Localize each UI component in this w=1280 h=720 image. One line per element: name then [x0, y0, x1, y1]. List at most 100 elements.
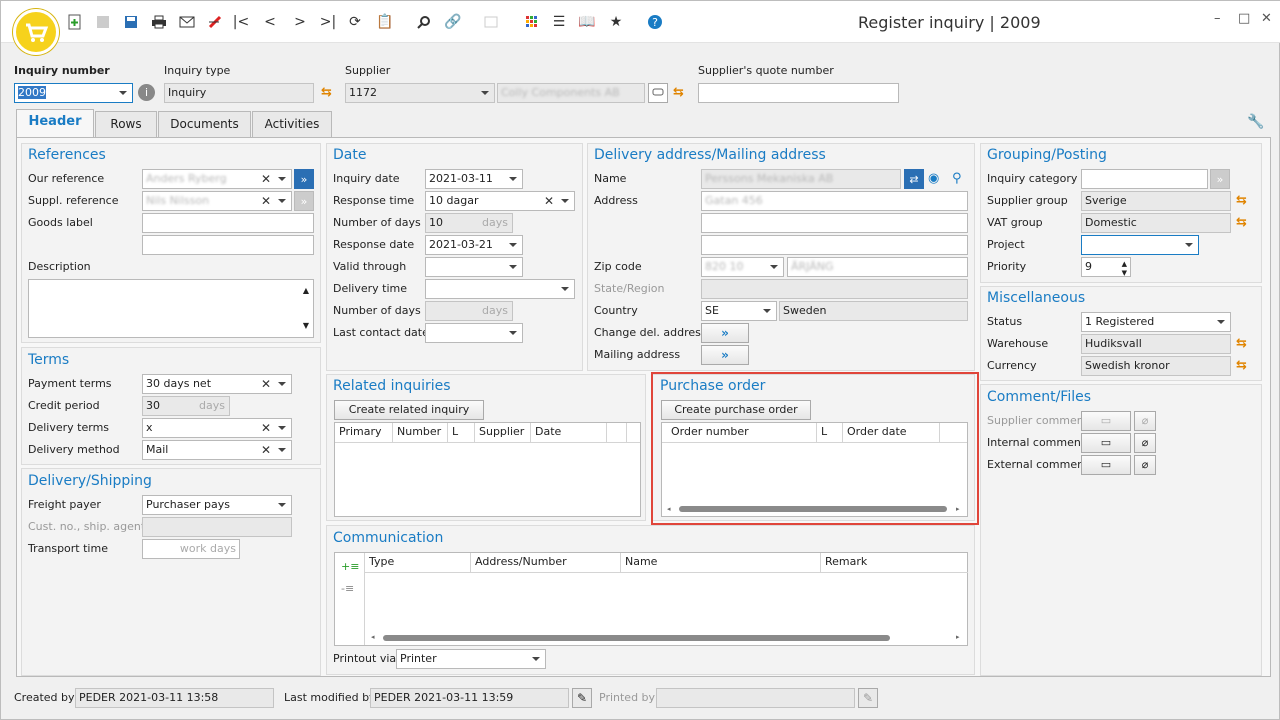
- valid-through-field[interactable]: [425, 257, 523, 277]
- col-date[interactable]: Date: [531, 423, 607, 442]
- country-code-field[interactable]: SE: [701, 301, 777, 321]
- supplier-code-field[interactable]: 1172: [345, 83, 495, 103]
- modified-edit-icon[interactable]: ✎: [572, 688, 592, 708]
- col-order-date[interactable]: Order date: [843, 423, 940, 442]
- create-related-inquiry-button[interactable]: Create related inquiry: [334, 400, 484, 420]
- next-record-icon[interactable]: >: [289, 11, 311, 33]
- remove-row-icon[interactable]: -≡: [341, 582, 354, 595]
- col-remark[interactable]: Remark: [821, 553, 968, 572]
- info-icon[interactable]: i: [138, 84, 155, 101]
- tab-rows[interactable]: Rows: [95, 111, 157, 137]
- favorite-star-icon[interactable]: ★: [605, 11, 627, 33]
- comment-bubble-icon[interactable]: [648, 83, 668, 103]
- currency-goto-icon[interactable]: ⇆: [1236, 358, 1247, 373]
- comm-scroll-right-icon[interactable]: ▸: [956, 633, 960, 641]
- save-icon[interactable]: [120, 11, 142, 33]
- first-record-icon[interactable]: |<: [230, 11, 252, 33]
- internal-comment-button[interactable]: ▭: [1081, 433, 1131, 453]
- col-l[interactable]: L: [817, 423, 843, 442]
- col-address-number[interactable]: Address/Number: [471, 553, 621, 572]
- internal-attach-icon[interactable]: ⌀: [1134, 433, 1156, 453]
- freight-payer-field[interactable]: Purchaser pays: [142, 495, 292, 515]
- tab-documents[interactable]: Documents: [158, 111, 251, 137]
- previous-record-icon[interactable]: <: [259, 11, 281, 33]
- tab-header[interactable]: Header: [16, 109, 94, 137]
- new-icon[interactable]: [64, 11, 86, 33]
- status-field[interactable]: 1 Registered: [1081, 312, 1231, 332]
- vat-group-goto-icon[interactable]: ⇆: [1236, 215, 1247, 230]
- state-region-label: State/Region: [594, 282, 665, 295]
- delete-icon[interactable]: [204, 11, 226, 33]
- link-icon[interactable]: 🔗: [442, 11, 464, 33]
- col-primary[interactable]: Primary: [335, 423, 393, 442]
- supplier-quote-label: Supplier's quote number: [698, 64, 834, 77]
- comm-scroll-left-icon[interactable]: ◂: [371, 633, 375, 641]
- address-field-3[interactable]: [701, 235, 968, 255]
- col-l[interactable]: L: [448, 423, 475, 442]
- priority-stepper[interactable]: 9 ▲ ▼: [1081, 257, 1131, 277]
- goods-label-input-2[interactable]: [142, 235, 314, 255]
- address-field-2[interactable]: [701, 213, 968, 233]
- supplier-quote-input[interactable]: [698, 83, 899, 103]
- col-type[interactable]: Type: [365, 553, 471, 572]
- goto-arrow-icon[interactable]: ⇆: [321, 85, 332, 100]
- delivery-terms-field[interactable]: x ✕: [142, 418, 292, 438]
- maximize-icon[interactable]: □: [1238, 11, 1250, 26]
- refresh-icon[interactable]: ⟳: [344, 11, 366, 33]
- search-icon[interactable]: [413, 11, 435, 33]
- close-icon[interactable]: ✕: [1261, 11, 1272, 26]
- apps-icon[interactable]: [521, 11, 543, 33]
- help-icon[interactable]: ?: [644, 11, 666, 33]
- change-del-address-button[interactable]: »: [701, 323, 749, 343]
- minimize-icon[interactable]: –: [1214, 11, 1221, 26]
- scroll-right-icon[interactable]: ▸: [956, 505, 960, 513]
- transport-time-input[interactable]: work days: [142, 539, 240, 559]
- external-comment-button[interactable]: ▭: [1081, 455, 1131, 475]
- address-field-1[interactable]: Gatan 456: [701, 191, 968, 211]
- swap-address-icon[interactable]: ⇄: [904, 169, 924, 189]
- col-number[interactable]: Number: [393, 423, 448, 442]
- inquiry-date-field[interactable]: 2021-03-11: [425, 169, 523, 189]
- map-pin-icon[interactable]: ⚲: [952, 171, 962, 186]
- email-icon[interactable]: [176, 11, 198, 33]
- external-attach-icon[interactable]: ⌀: [1134, 455, 1156, 475]
- zip-code-field[interactable]: 820 10: [701, 257, 784, 277]
- purchase-order-hscrollbar[interactable]: [679, 506, 947, 512]
- city-field[interactable]: ÄRJÄNG: [787, 257, 968, 277]
- tab-activities[interactable]: Activities: [252, 111, 332, 137]
- col-order-number[interactable]: Order number: [667, 423, 817, 442]
- view-eye-icon[interactable]: ◉: [928, 171, 939, 186]
- supplier-group-goto-icon[interactable]: ⇆: [1236, 193, 1247, 208]
- our-reference-field[interactable]: Anders Ryberg ✕: [142, 169, 292, 189]
- warehouse-goto-icon[interactable]: ⇆: [1236, 336, 1247, 351]
- mailing-address-button[interactable]: »: [701, 345, 749, 365]
- last-contact-field[interactable]: [425, 323, 523, 343]
- col-supplier[interactable]: Supplier: [475, 423, 531, 442]
- book-icon[interactable]: 📖: [576, 11, 598, 33]
- project-field[interactable]: [1081, 235, 1199, 255]
- goods-label-input-1[interactable]: [142, 213, 314, 233]
- communication-hscrollbar[interactable]: [383, 635, 890, 641]
- add-row-icon[interactable]: +≡: [341, 560, 359, 573]
- description-textarea[interactable]: ▲ ▼: [28, 279, 314, 338]
- last-record-icon[interactable]: >|: [317, 11, 339, 33]
- payment-terms-field[interactable]: 30 days net ✕: [142, 374, 292, 394]
- scroll-left-icon[interactable]: ◂: [667, 505, 671, 513]
- wrench-icon[interactable]: 🔧: [1247, 114, 1264, 130]
- settings-sliders-icon[interactable]: ☰: [548, 11, 570, 33]
- response-time-field[interactable]: 10 dagar ✕: [425, 191, 575, 211]
- clipboard-icon[interactable]: 📋: [374, 11, 396, 33]
- inquiry-category-input[interactable]: [1081, 169, 1208, 189]
- col-name[interactable]: Name: [621, 553, 821, 572]
- inquiry-number-field[interactable]: 2009: [14, 83, 133, 103]
- delivery-time-field[interactable]: [425, 279, 575, 299]
- printout-via-field[interactable]: Printer: [396, 649, 546, 669]
- currency-label: Currency: [987, 359, 1037, 372]
- print-icon[interactable]: [148, 11, 170, 33]
- create-purchase-order-button[interactable]: Create purchase order: [661, 400, 811, 420]
- suppl-reference-field[interactable]: Nils Nilsson ✕: [142, 191, 292, 211]
- our-reference-forward-icon[interactable]: »: [294, 169, 314, 189]
- response-date-field[interactable]: 2021-03-21: [425, 235, 523, 255]
- supplier-goto-arrow-icon[interactable]: ⇆: [673, 85, 684, 100]
- delivery-method-field[interactable]: Mail ✕: [142, 440, 292, 460]
